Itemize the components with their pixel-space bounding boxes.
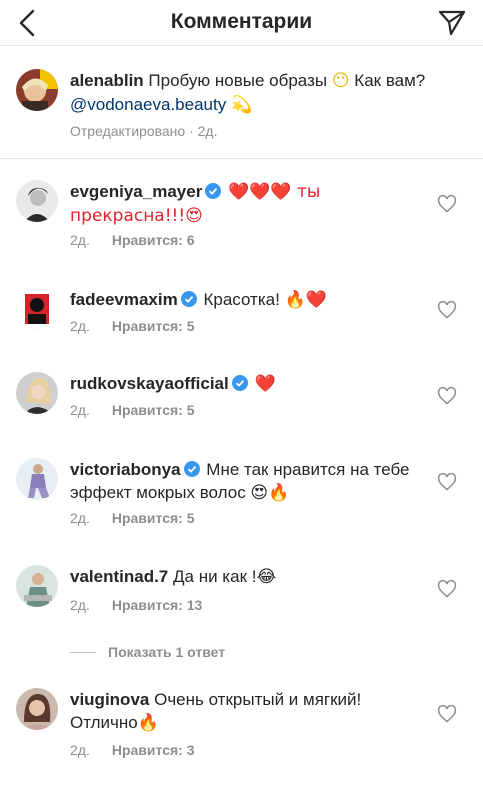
comment-body: Красотка! 🔥❤️: [203, 290, 327, 309]
comment-username[interactable]: fadeevmaxim: [70, 290, 178, 309]
comment-likes[interactable]: Нравится: 5: [112, 402, 195, 418]
comment-username[interactable]: viuginova: [70, 690, 149, 709]
page-title: Комментарии: [170, 10, 313, 33]
divider-line: [70, 651, 96, 653]
comment-meta: 2д. Нравится: 5: [70, 510, 195, 526]
verified-badge-icon: [183, 461, 200, 477]
comment-text: valentinad.7 Да ни как !😂: [70, 565, 430, 588]
caption-username[interactable]: alenablin: [70, 71, 144, 90]
comment-text: viuginova Очень открытый и мягкий! Отлич…: [70, 688, 430, 734]
caption-emoji-2: 💫: [230, 95, 253, 115]
comment-time: 2д.: [70, 742, 90, 758]
view-replies-button[interactable]: Показать 1 ответ: [70, 644, 225, 660]
comment-time: 2д.: [70, 510, 90, 526]
comment-username[interactable]: victoriabonya: [70, 460, 181, 479]
comment-meta: 2д. Нравится: 5: [70, 402, 195, 418]
comment-text: rudkovskayaofficial ❤️: [70, 372, 430, 396]
comment-time: 2д.: [70, 597, 90, 613]
comment-username[interactable]: evgeniya_mayer: [70, 182, 202, 201]
top-bar: Комментарии: [0, 0, 483, 46]
view-replies-label: Показать 1 ответ: [108, 644, 226, 660]
comment-body: Да ни как !😂: [173, 567, 277, 586]
comment-text: evgeniya_mayer ❤️❤️❤️ ты прекрасна!!!😍: [70, 180, 430, 228]
comment-time: 2д.: [70, 232, 90, 248]
heart-icon[interactable]: [437, 194, 457, 214]
comment-meta: 2д. Нравится: 6: [70, 232, 195, 248]
caption-meta: Отредактировано · 2д.: [70, 123, 218, 139]
share-button[interactable]: [435, 6, 469, 40]
comment-likes[interactable]: Нравится: 6: [112, 232, 195, 248]
comment-time: 2д.: [70, 318, 90, 334]
comment-likes[interactable]: Нравится: 5: [112, 510, 195, 526]
verified-badge-icon: [231, 375, 248, 391]
avatar[interactable]: [16, 688, 58, 730]
mention-link[interactable]: @vodonaeva.beauty: [70, 95, 226, 114]
avatar[interactable]: [16, 69, 58, 111]
heart-icon[interactable]: [437, 704, 457, 724]
comment-text: victoriabonya Мне так нравится на тебе э…: [70, 458, 430, 504]
comment-likes[interactable]: Нравится: 13: [112, 597, 202, 613]
comment-meta: 2д. Нравится: 5: [70, 318, 195, 334]
comment-username[interactable]: rudkovskayaofficial: [70, 374, 229, 393]
paper-plane-icon: [438, 10, 466, 36]
avatar[interactable]: [16, 180, 58, 222]
avatar[interactable]: [16, 565, 58, 607]
caption-body-2: Как вам?: [354, 71, 426, 90]
caption-emoji: 😶: [331, 71, 350, 91]
caption-text: alenablin Пробую новые образы 😶 Как вам?…: [70, 69, 450, 117]
comment-meta: 2д. Нравится: 13: [70, 597, 202, 613]
heart-icon[interactable]: [437, 386, 457, 406]
comment-likes[interactable]: Нравится: 5: [112, 318, 195, 334]
avatar[interactable]: [16, 288, 58, 330]
caption-body: Пробую новые образы: [148, 71, 328, 90]
comment-body: ❤️: [254, 374, 276, 394]
verified-badge-icon: [205, 183, 222, 199]
comment-likes[interactable]: Нравится: 3: [112, 742, 195, 758]
heart-icon[interactable]: [437, 472, 457, 492]
avatar[interactable]: [16, 458, 58, 500]
post-caption: alenablin Пробую новые образы 😶 Как вам?…: [0, 47, 483, 159]
comment-text: fadeevmaxim Красотка! 🔥❤️: [70, 288, 430, 311]
comment-time: 2д.: [70, 402, 90, 418]
comment-meta: 2д. Нравится: 3: [70, 742, 195, 758]
comment-username[interactable]: valentinad.7: [70, 567, 168, 586]
verified-badge-icon: [180, 291, 197, 307]
avatar[interactable]: [16, 372, 58, 414]
heart-icon[interactable]: [437, 300, 457, 320]
heart-icon[interactable]: [437, 579, 457, 599]
